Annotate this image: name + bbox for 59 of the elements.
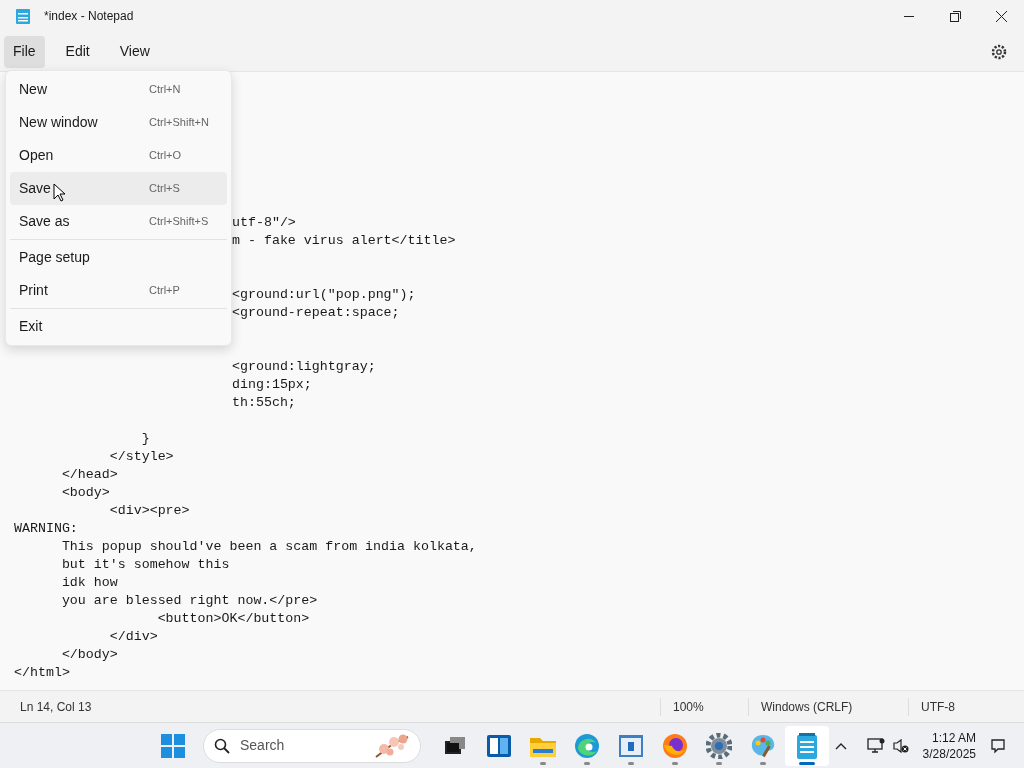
code-line: } — [140, 431, 150, 446]
gear-icon — [706, 732, 732, 759]
palette-icon — [750, 732, 776, 759]
encoding: UTF-8 — [908, 697, 1024, 716]
menu-item[interactable]: New window Ctrl+Shift+N — [10, 106, 227, 139]
code-line: th:55ch; — [232, 395, 296, 410]
code-line: This popup should've been a scam from india kolkata, — [60, 539, 477, 554]
window-title: *index - Notepad — [44, 8, 134, 25]
menu-item[interactable]: Open Ctrl+O — [10, 139, 227, 172]
chevron-up-icon[interactable] — [834, 741, 847, 750]
code-line: <div><pre> — [108, 503, 190, 518]
code-line: idk how — [60, 575, 118, 590]
code-line: utf-8"/> — [232, 215, 296, 230]
code-line: <button>OK</button> — [156, 611, 310, 626]
notepad-icon — [796, 732, 818, 759]
menu-tab[interactable]: Edit — [56, 35, 99, 68]
clock-date: 3/28/2025 — [922, 745, 976, 762]
notepad-icon — [16, 8, 30, 24]
mouse-pointer-icon — [53, 183, 65, 202]
code-line: </div> — [108, 629, 158, 644]
task-view-icon — [445, 736, 465, 755]
network-icon[interactable] — [866, 737, 885, 754]
code-line: </style> — [108, 449, 174, 464]
search-field[interactable]: Search — [203, 728, 421, 763]
code-line: <ground-repeat:space; — [232, 305, 400, 320]
menu-item[interactable]: Print Ctrl+P — [10, 274, 227, 307]
app-window-icon — [619, 734, 643, 757]
menu-item[interactable]: Page setup — [10, 241, 227, 274]
code-line: m - fake virus alert</title> — [232, 233, 456, 248]
line-ending: Windows (CRLF) — [748, 697, 908, 716]
code-line: but it's somehow this — [60, 557, 230, 572]
browser-icon — [662, 732, 688, 759]
menu-tab[interactable]: View — [110, 35, 159, 68]
code-line: WARNING: — [14, 521, 78, 536]
speaker-muted-icon[interactable] — [892, 737, 909, 754]
code-line: you are blessed right now.</pre> — [60, 593, 318, 608]
search-icon — [214, 737, 230, 754]
code-line: </head> — [60, 467, 118, 482]
code-line: <ground:url("pop.png"); — [232, 287, 416, 302]
menu-item[interactable]: New Ctrl+N — [10, 73, 227, 106]
menu-item[interactable]: Save Ctrl+S — [10, 172, 227, 205]
widgets-icon — [487, 734, 511, 757]
code-line: <ground:lightgray; — [232, 359, 376, 374]
menu-tab[interactable]: File — [4, 35, 45, 68]
start-icon[interactable] — [161, 733, 185, 758]
settings-icon[interactable] — [991, 43, 1007, 60]
browser-icon — [574, 732, 600, 759]
cursor-position: Ln 14, Col 13 — [20, 698, 92, 716]
code-line: </body> — [60, 647, 118, 662]
notification-icon[interactable] — [990, 737, 1006, 754]
menu-item[interactable]: Save as Ctrl+Shift+S — [10, 205, 227, 238]
code-line: </html> — [14, 665, 70, 680]
menu-item[interactable]: Exit — [10, 310, 227, 343]
clock-time: 1:12 AM — [931, 729, 976, 746]
close-icon — [995, 10, 1007, 22]
zoom-level: 100% — [660, 697, 748, 716]
restore-icon — [949, 10, 961, 22]
code-line: <body> — [60, 485, 110, 500]
code-line: ding:15px; — [232, 377, 312, 392]
